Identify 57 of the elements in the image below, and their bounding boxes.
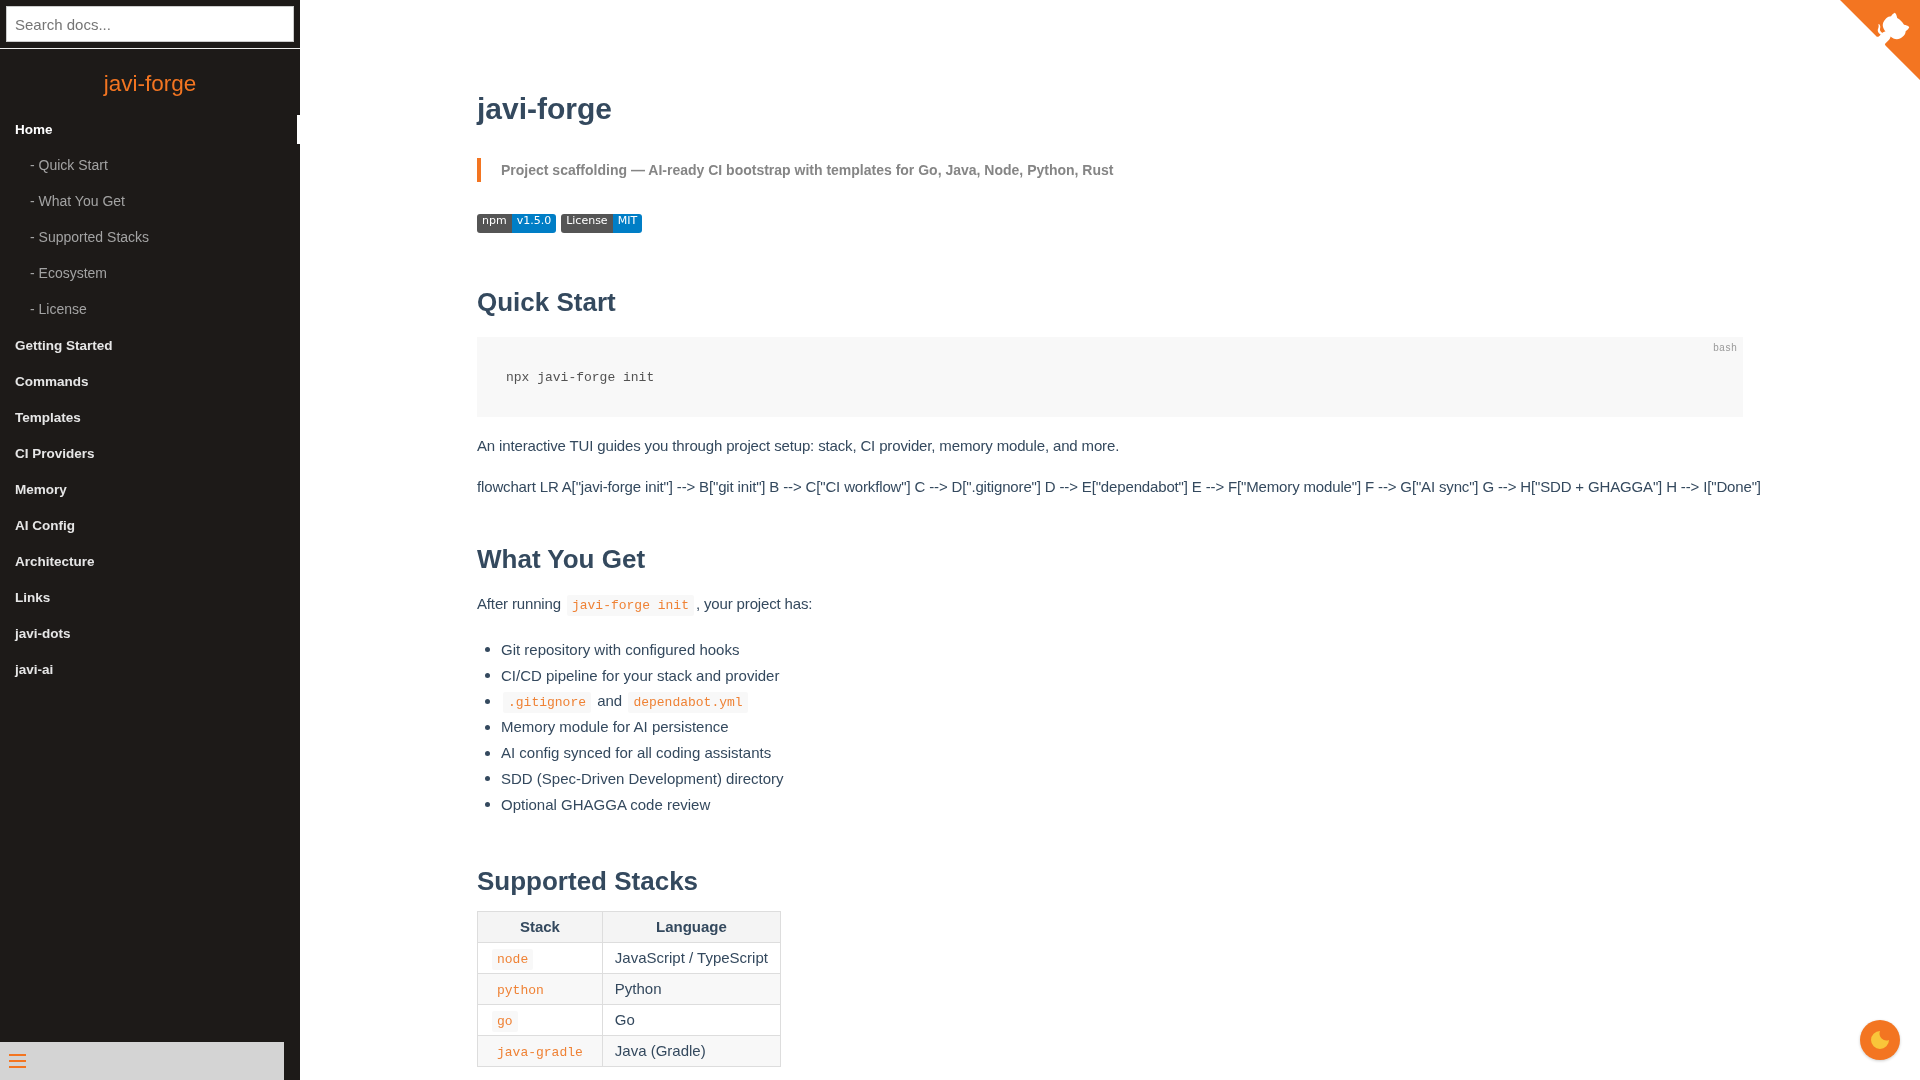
search-field[interactable]: Search docs... [6, 6, 294, 42]
sidebar-item[interactable]: - Supported Stacks [0, 223, 300, 252]
table-cell: JavaScript / TypeScript [602, 942, 781, 974]
sidebar-item[interactable]: AI Config [0, 511, 300, 540]
list-item-text: Memory module for AI persistence [501, 717, 729, 738]
sidebar-toggle-button[interactable] [0, 1042, 284, 1080]
table-header: Stack [477, 911, 603, 943]
sidebar-item[interactable]: - Quick Start [0, 151, 300, 180]
sidebar-item[interactable]: Getting Started [0, 331, 300, 360]
cat-corner-icon[interactable] [1840, 0, 1920, 80]
sidebar-item[interactable]: - License [0, 295, 300, 324]
sidebar-item[interactable]: CI Providers [0, 439, 300, 468]
bullet-icon [485, 802, 490, 808]
table-cell: go [477, 1004, 603, 1036]
bullet-icon [485, 673, 490, 679]
moon-icon [1871, 1031, 1889, 1049]
table-cell: Go [602, 1004, 781, 1036]
sidebar-item[interactable]: Home [0, 115, 300, 144]
table-header: Language [602, 911, 781, 943]
table-cell: java-gradle [477, 1035, 603, 1067]
bullet-icon [485, 750, 490, 756]
sidebar-item[interactable]: Links [0, 583, 300, 612]
sidebar-item[interactable]: Commands [0, 367, 300, 396]
sidebar-item[interactable]: Templates [0, 403, 300, 432]
list-item-text: Optional GHAGGA code review [501, 794, 711, 815]
paragraph: flowchart LR A["javi-forge init"] --> B["git init"] B --> C["CI workflow"] C --> D[".gitignore"] D --> E["dependabot"] E --> F["Memory module"] F --> G["AI sync"] G --> H["SDD + GHAGGA"] H --> I["Done"] [477, 477, 1761, 497]
list-item-text: AI config synced for all coding assistants [501, 743, 772, 764]
app-name[interactable]: javi-forge [103, 69, 197, 99]
section-heading: Supported Stacks [477, 864, 699, 897]
table-cell: Python [602, 973, 781, 1005]
list-item-text: .gitignore and dependabot.yml [501, 689, 750, 714]
page-title: javi-forge [477, 91, 613, 127]
paragraph: After running javi-forge init , your project has: [477, 592, 813, 616]
list-item-text: CI/CD pipeline for your stack and provider [501, 665, 780, 686]
menu-icon [9, 1054, 26, 1068]
bullet-icon [485, 724, 490, 730]
table-cell: node [477, 942, 603, 974]
bullet-icon [485, 647, 490, 653]
sidebar-item[interactable]: javi-ai [0, 655, 300, 684]
theme-toggle-button[interactable] [1860, 1020, 1900, 1060]
sidebar-item[interactable]: Architecture [0, 547, 300, 576]
tagline-quote: Project scaffolding — AI-ready CI bootstrap with templates for Go, Java, Node, Python, Rust [477, 158, 1114, 182]
sidebar-item[interactable]: - What You Get [0, 187, 300, 216]
section-heading: What You Get [477, 543, 646, 575]
sidebar-item[interactable]: - Ecosystem [0, 259, 300, 288]
code-language-label: bash [1713, 343, 1737, 354]
list-item-text: SDD (Spec-Driven Development) directory [501, 768, 784, 789]
sidebar-item[interactable]: Memory [0, 475, 300, 504]
table-cell: python [477, 973, 603, 1005]
list-item-text: Git repository with configured hooks [501, 639, 740, 660]
bullet-icon [485, 776, 490, 782]
code-text: npx javi-forge init [506, 369, 655, 385]
table-cell: Java (Gradle) [602, 1035, 781, 1067]
section-heading: Quick Start [477, 286, 616, 318]
sidebar-item[interactable]: javi-dots [0, 619, 300, 648]
bullet-icon [485, 699, 490, 704]
paragraph: An interactive TUI guides you through project setup: stack, CI provider, memory module, and more. [477, 436, 1120, 456]
